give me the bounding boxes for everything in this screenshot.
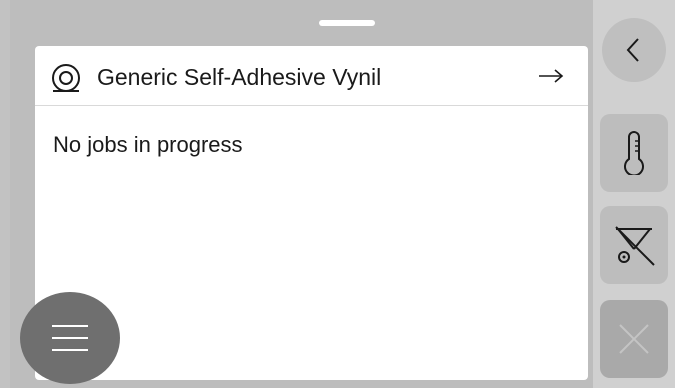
main-area: Generic Self-Adhesive Vynil No jobs in p…: [10, 0, 593, 388]
media-selection-row[interactable]: Generic Self-Adhesive Vynil: [35, 46, 588, 106]
temperature-button[interactable]: [600, 114, 668, 192]
cancel-button[interactable]: [600, 300, 668, 378]
right-rail: [593, 0, 675, 388]
printer-control-panel: Generic Self-Adhesive Vynil No jobs in p…: [0, 0, 675, 388]
cutter-off-icon: [615, 226, 655, 266]
media-roll-icon: [52, 64, 80, 92]
thermometer-icon: [624, 131, 644, 175]
back-button[interactable]: [602, 18, 666, 82]
job-status-text: No jobs in progress: [53, 132, 243, 157]
hamburger-menu-icon: [52, 325, 88, 351]
pull-down-handle[interactable]: [319, 20, 375, 26]
media-name: Generic Self-Adhesive Vynil: [97, 64, 382, 90]
main-menu-button[interactable]: [20, 292, 120, 384]
cutter-button[interactable]: [600, 206, 668, 284]
chevron-left-icon: [626, 38, 639, 62]
arrow-right-icon[interactable]: [538, 68, 564, 84]
close-icon: [619, 324, 649, 354]
